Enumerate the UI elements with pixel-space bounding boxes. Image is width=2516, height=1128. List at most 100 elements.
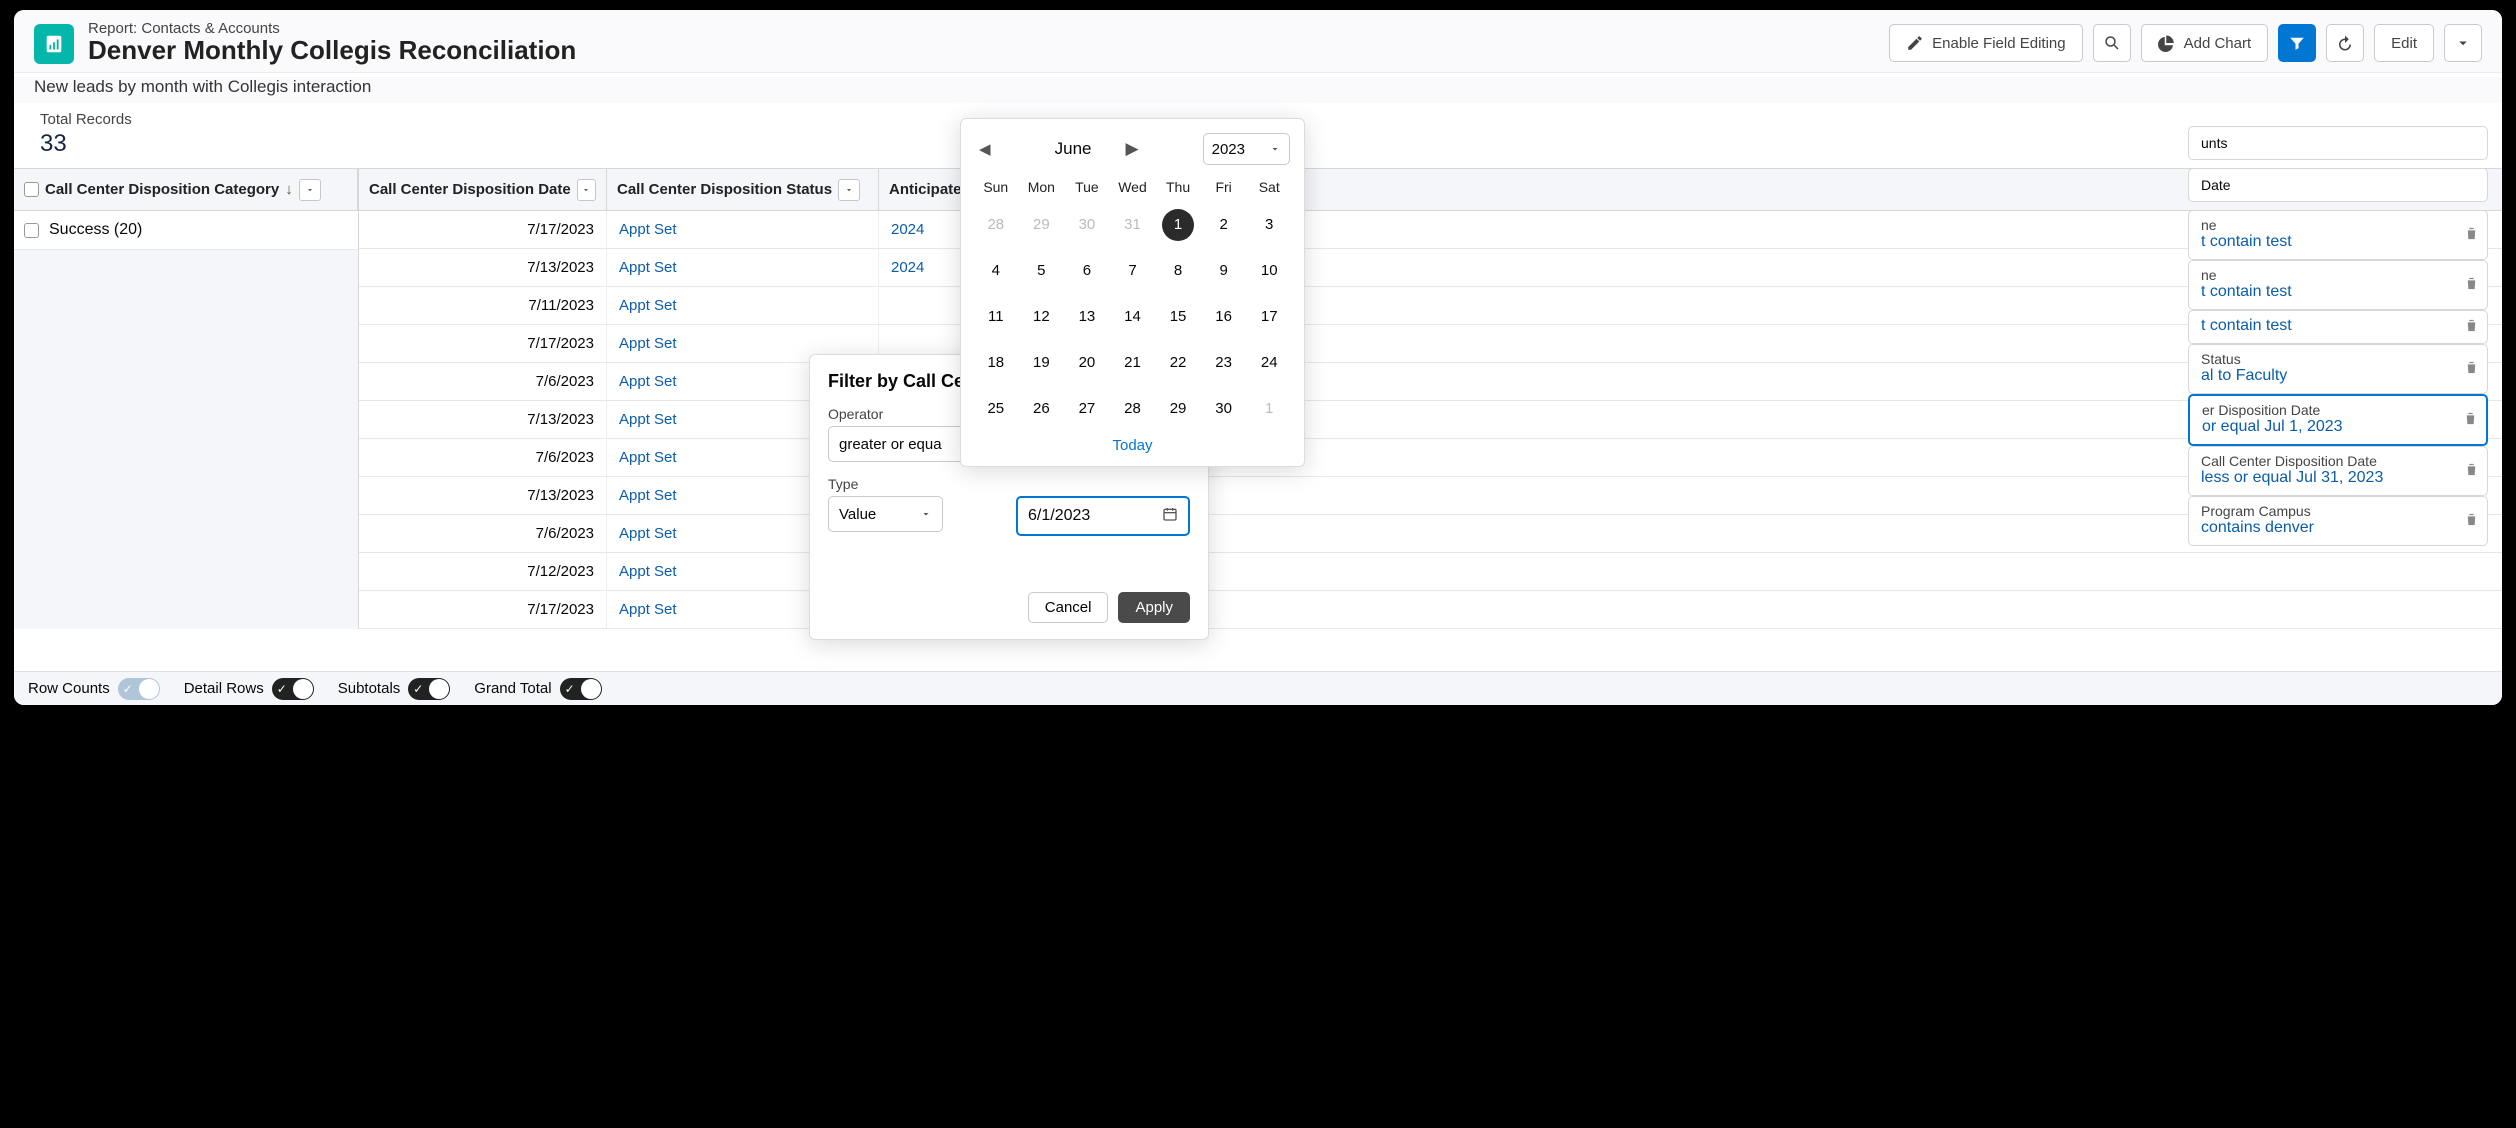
filter-value: t contain test xyxy=(2201,283,2451,301)
apply-button[interactable]: Apply xyxy=(1118,592,1190,623)
th-date-menu[interactable] xyxy=(577,179,596,201)
filter-card[interactable]: net contain test xyxy=(2188,260,2488,310)
enable-field-editing-label: Enable Field Editing xyxy=(1932,35,2065,52)
detail-rows-toggle[interactable]: Detail Rows ✓ xyxy=(184,678,314,700)
delete-filter-button[interactable] xyxy=(2463,411,2478,429)
th-disposition-date[interactable]: Call Center Disposition Date xyxy=(359,169,607,210)
th-anticipated[interactable]: Anticipate xyxy=(879,169,971,210)
th-status-menu[interactable] xyxy=(838,179,860,201)
dow-label: Mon xyxy=(1019,179,1065,195)
group-row-success[interactable]: Success (20) xyxy=(14,211,358,250)
day-cell[interactable]: 27 xyxy=(1067,393,1107,425)
day-cell[interactable]: 13 xyxy=(1067,301,1107,333)
day-cell[interactable]: 11 xyxy=(976,301,1016,333)
delete-filter-button[interactable] xyxy=(2464,226,2479,244)
add-chart-button[interactable]: Add Chart xyxy=(2141,24,2269,62)
day-prev-month[interactable]: 29 xyxy=(1021,209,1061,241)
delete-filter-button[interactable] xyxy=(2464,512,2479,530)
filter-card-show[interactable]: unts xyxy=(2188,126,2488,160)
day-cell[interactable]: 2 xyxy=(1204,209,1244,241)
filter-card[interactable]: net contain test xyxy=(2188,210,2488,260)
more-actions-button[interactable] xyxy=(2444,24,2482,62)
day-cell[interactable]: 26 xyxy=(1021,393,1061,425)
delete-filter-button[interactable] xyxy=(2464,360,2479,378)
day-cell[interactable]: 22 xyxy=(1158,347,1198,379)
type-select[interactable]: Value xyxy=(828,496,943,532)
cancel-button[interactable]: Cancel xyxy=(1028,592,1109,623)
day-cell[interactable]: 17 xyxy=(1249,301,1289,333)
day-cell[interactable]: 30 xyxy=(1204,393,1244,425)
day-prev-month[interactable]: 31 xyxy=(1112,209,1152,241)
next-month-button[interactable]: ▶ xyxy=(1121,135,1142,163)
day-cell[interactable]: 21 xyxy=(1112,347,1152,379)
day-cell[interactable]: 10 xyxy=(1249,255,1289,287)
day-cell[interactable]: 1 xyxy=(1162,209,1194,241)
filter-value: contains denver xyxy=(2201,519,2451,537)
filter-card[interactable]: er Disposition Dateor equal Jul 1, 2023 xyxy=(2188,394,2488,446)
delete-filter-button[interactable] xyxy=(2464,462,2479,480)
day-cell[interactable]: 15 xyxy=(1158,301,1198,333)
cell-year[interactable] xyxy=(879,287,971,324)
date-input-value: 6/1/2023 xyxy=(1028,507,1090,525)
year-select[interactable]: 2023 xyxy=(1203,133,1290,165)
cell-status[interactable]: Appt Set xyxy=(607,249,879,286)
filter-toggle-button[interactable] xyxy=(2278,24,2316,62)
th-group-menu[interactable] xyxy=(299,179,321,201)
day-cell[interactable]: 24 xyxy=(1249,347,1289,379)
day-prev-month[interactable]: 30 xyxy=(1067,209,1107,241)
cell-year[interactable]: 2024 xyxy=(879,249,971,286)
cell-status[interactable]: Appt Set xyxy=(607,211,879,248)
delete-filter-button[interactable] xyxy=(2464,318,2479,336)
day-cell[interactable]: 9 xyxy=(1204,255,1244,287)
filter-card[interactable]: Call Center Disposition Dateless or equa… xyxy=(2188,446,2488,496)
day-cell[interactable]: 6 xyxy=(1067,255,1107,287)
row-counts-toggle[interactable]: Row Counts ✓ xyxy=(28,678,160,700)
cell-status[interactable]: Appt Set xyxy=(607,287,879,324)
filter-card[interactable]: t contain test xyxy=(2188,310,2488,344)
day-cell[interactable]: 12 xyxy=(1021,301,1061,333)
grand-total-toggle[interactable]: Grand Total ✓ xyxy=(474,678,601,700)
funnel-icon xyxy=(2288,34,2306,52)
day-next-month[interactable]: 1 xyxy=(1249,393,1289,425)
filter-card[interactable]: Program Campuscontains denver xyxy=(2188,496,2488,546)
detail-rows-label: Detail Rows xyxy=(184,680,264,697)
edit-button[interactable]: Edit xyxy=(2374,24,2434,62)
table-row: 7/6/2023Appt Set xyxy=(359,515,2502,553)
enable-field-editing-button[interactable]: Enable Field Editing xyxy=(1889,24,2082,62)
filter-card-datefield[interactable]: Date xyxy=(2188,168,2488,202)
group-row-checkbox[interactable] xyxy=(24,223,39,238)
date-input[interactable]: 6/1/2023 xyxy=(1016,496,1190,536)
th-disposition-status[interactable]: Call Center Disposition Status xyxy=(607,169,879,210)
day-cell[interactable]: 18 xyxy=(976,347,1016,379)
day-cell[interactable]: 14 xyxy=(1112,301,1152,333)
row-counts-label: Row Counts xyxy=(28,680,110,697)
filter-card[interactable]: Statusal to Faculty xyxy=(2188,344,2488,394)
day-cell[interactable]: 5 xyxy=(1021,255,1061,287)
th-group[interactable]: Call Center Disposition Category ↓ xyxy=(14,169,358,210)
day-cell[interactable]: 28 xyxy=(1112,393,1152,425)
prev-month-button[interactable]: ◀ xyxy=(975,136,995,162)
refresh-button[interactable] xyxy=(2326,24,2364,62)
day-cell[interactable]: 20 xyxy=(1067,347,1107,379)
cell-year[interactable]: 2024 xyxy=(879,211,971,248)
title-block: Report: Contacts & Accounts Denver Month… xyxy=(88,20,1875,66)
day-cell[interactable]: 4 xyxy=(976,255,1016,287)
day-cell[interactable]: 8 xyxy=(1158,255,1198,287)
day-cell[interactable]: 29 xyxy=(1158,393,1198,425)
day-cell[interactable]: 3 xyxy=(1249,209,1289,241)
day-cell[interactable]: 19 xyxy=(1021,347,1061,379)
delete-filter-button[interactable] xyxy=(2464,276,2479,294)
day-cell[interactable]: 16 xyxy=(1204,301,1244,333)
group-checkbox[interactable] xyxy=(24,182,39,197)
day-cell[interactable]: 23 xyxy=(1204,347,1244,379)
subtotals-toggle[interactable]: Subtotals ✓ xyxy=(338,678,451,700)
day-cell[interactable]: 7 xyxy=(1112,255,1152,287)
day-prev-month[interactable]: 28 xyxy=(976,209,1016,241)
search-button[interactable] xyxy=(2093,24,2131,62)
report-title: Denver Monthly Collegis Reconciliation xyxy=(88,35,1875,66)
today-link[interactable]: Today xyxy=(973,437,1292,454)
day-cell[interactable]: 25 xyxy=(976,393,1016,425)
chart-pie-icon xyxy=(2158,34,2176,52)
dow-label: Sun xyxy=(973,179,1019,195)
report-subtitle: New leads by month with Collegis interac… xyxy=(34,77,2482,97)
